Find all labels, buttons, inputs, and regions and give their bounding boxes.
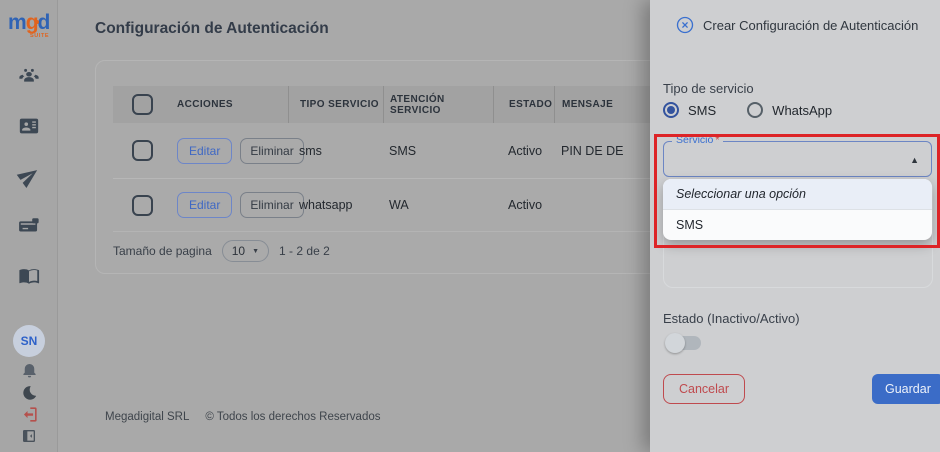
radio-sms-label: SMS bbox=[688, 103, 716, 118]
page-range: 1 - 2 de 2 bbox=[279, 244, 330, 258]
book-icon bbox=[18, 265, 40, 287]
close-drawer-button[interactable] bbox=[676, 16, 694, 34]
servicio-label-text: Servicio bbox=[676, 134, 713, 146]
credit-card-icon bbox=[18, 215, 40, 237]
toggle-knob bbox=[665, 333, 685, 353]
chevron-down-icon: ▼ bbox=[252, 248, 259, 255]
close-icon bbox=[676, 16, 694, 34]
drawer-title: Crear Configuración de Autenticación bbox=[703, 18, 918, 33]
sidebar-item-logout[interactable] bbox=[0, 405, 58, 424]
sidebar: mgd SUITE SN bbox=[0, 0, 58, 452]
required-asterisk: * bbox=[715, 134, 719, 146]
estado-label: Estado (Inactivo/Activo) bbox=[663, 311, 800, 326]
page-size-select[interactable]: 10 ▼ bbox=[222, 240, 269, 262]
page-title: Configuración de Autenticación bbox=[95, 20, 329, 38]
servicio-select-label: Servicio* bbox=[672, 134, 723, 146]
header-estado: ESTADO bbox=[493, 86, 554, 123]
collapse-icon bbox=[21, 428, 37, 444]
cell-atencion-servicio: WA bbox=[383, 198, 493, 212]
row-checkbox[interactable] bbox=[132, 140, 153, 161]
save-button[interactable]: Guardar bbox=[872, 374, 940, 404]
estado-toggle[interactable] bbox=[665, 333, 705, 353]
logo-letter-m: m bbox=[8, 11, 26, 34]
cancel-button[interactable]: Cancelar bbox=[663, 374, 745, 404]
logo-letter-d: d bbox=[38, 11, 50, 34]
sidebar-item-send[interactable] bbox=[0, 165, 58, 187]
radio-whatsapp[interactable] bbox=[747, 102, 763, 118]
servicio-select[interactable]: ▲ bbox=[663, 141, 932, 177]
moon-icon bbox=[20, 383, 39, 402]
page-size-label: Tamaño de pagina bbox=[113, 244, 212, 258]
cell-estado: Activo bbox=[493, 144, 554, 158]
header-atencion-servicio: ATENCIÓN SERVICIO bbox=[383, 86, 493, 123]
cell-tipo-servicio: whatsapp bbox=[288, 198, 383, 212]
edit-button[interactable]: Editar bbox=[177, 192, 232, 218]
dropdown-option-placeholder[interactable]: Seleccionar una opción bbox=[663, 179, 932, 210]
dropdown-option-sms[interactable]: SMS bbox=[663, 210, 932, 240]
sidebar-item-notifications[interactable] bbox=[0, 360, 58, 379]
logo-suite-label: SUITE bbox=[30, 33, 49, 39]
cell-atencion-servicio: SMS bbox=[383, 144, 493, 158]
sidebar-item-darkmode[interactable] bbox=[0, 383, 58, 402]
radio-sms[interactable] bbox=[663, 102, 679, 118]
header-acciones: ACCIONES bbox=[171, 99, 288, 110]
avatar-initials: SN bbox=[21, 334, 38, 348]
sidebar-item-collapse[interactable] bbox=[0, 428, 58, 444]
groups-icon bbox=[18, 66, 40, 88]
footer-copyright: © Todos los derechos Reservados bbox=[205, 411, 380, 423]
footer: Megadigital SRL © Todos los derechos Res… bbox=[105, 411, 381, 423]
tipo-servicio-radio-group: SMS WhatsApp bbox=[663, 102, 832, 118]
logout-icon bbox=[20, 405, 39, 424]
create-config-drawer: Crear Configuración de Autenticación Tip… bbox=[650, 0, 940, 452]
cell-estado: Activo bbox=[493, 198, 554, 212]
sidebar-item-docs[interactable] bbox=[0, 265, 58, 287]
radio-whatsapp-label: WhatsApp bbox=[772, 103, 832, 118]
sidebar-item-groups[interactable] bbox=[0, 66, 58, 88]
servicio-dropdown-panel: Seleccionar una opción SMS bbox=[663, 179, 932, 240]
contact-card-icon bbox=[18, 115, 40, 137]
header-tipo-servicio: TIPO SERVICIO bbox=[288, 86, 383, 123]
sidebar-item-card[interactable] bbox=[0, 215, 58, 237]
send-icon bbox=[14, 161, 45, 192]
app-logo[interactable]: mgd bbox=[8, 11, 49, 35]
edit-button[interactable]: Editar bbox=[177, 138, 232, 164]
sidebar-item-contacts[interactable] bbox=[0, 115, 58, 137]
logo-dot bbox=[35, 20, 39, 24]
page-size-value: 10 bbox=[232, 244, 245, 258]
footer-company: Megadigital SRL bbox=[105, 411, 189, 423]
pagination: Tamaño de pagina 10 ▼ 1 - 2 de 2 bbox=[113, 240, 330, 262]
tipo-servicio-label: Tipo de servicio bbox=[663, 81, 754, 96]
header-checkbox-cell bbox=[113, 94, 171, 115]
select-all-checkbox[interactable] bbox=[132, 94, 153, 115]
cell-tipo-servicio: sms bbox=[288, 144, 383, 158]
bell-icon bbox=[20, 360, 39, 379]
chevron-up-icon: ▲ bbox=[910, 155, 919, 165]
avatar[interactable]: SN bbox=[13, 325, 45, 357]
row-checkbox[interactable] bbox=[132, 195, 153, 216]
